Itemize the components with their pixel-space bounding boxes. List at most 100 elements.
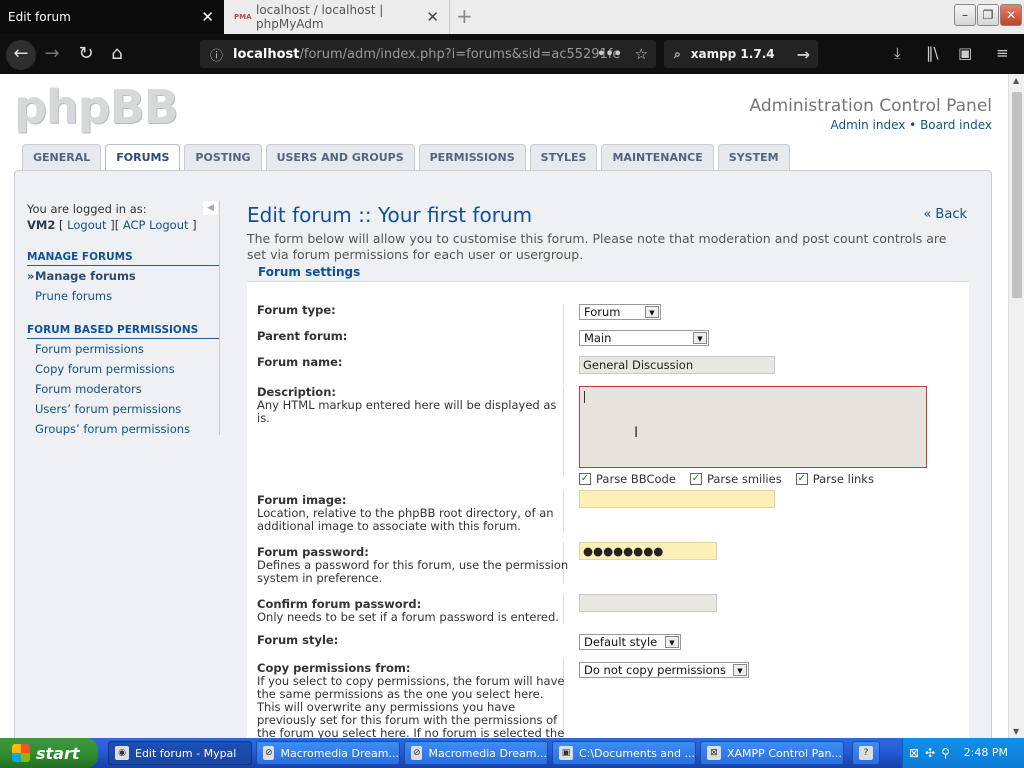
forum-settings-fieldset: Forum type: Forum ▼ Parent forum: Main ▼	[247, 281, 969, 738]
row-description: Description: Any HTML markup entered her…	[257, 386, 957, 486]
copy-permissions-select[interactable]: Do not copy permissions ▼	[579, 662, 749, 678]
tab-system[interactable]: SYSTEM	[717, 144, 790, 170]
parse-bbcode-checkbox[interactable]: ✓ Parse BBCode	[579, 472, 676, 486]
scroll-down-icon[interactable]: ▼	[1013, 727, 1019, 736]
page-title: Edit forum :: Your first forum	[247, 203, 533, 227]
url-bar[interactable]: ⓘ localhost/forum/adm/index.php?i=forums…	[200, 40, 656, 68]
menu-forum-moderators[interactable]: Forum moderators	[27, 379, 219, 399]
page-actions-icon[interactable]: •••	[597, 47, 622, 62]
description-textarea[interactable]: I	[579, 386, 927, 468]
taskbar-item-label: Macromedia Dream...	[280, 746, 399, 760]
taskbar-item-cmd[interactable]: ▣ C:\Documents and ...	[552, 741, 696, 765]
scroll-up-icon[interactable]: ▲	[1013, 76, 1019, 85]
page-scrollbar[interactable]: ▲ ▼	[1008, 74, 1024, 738]
maximize-button[interactable]: ❐	[977, 4, 999, 26]
phpbb-logo[interactable]: phpBB	[14, 80, 179, 134]
forum-settings-legend: Forum settings	[257, 265, 362, 279]
forum-type-value: Forum	[584, 305, 621, 319]
parse-links-label: Parse links	[812, 472, 874, 486]
forum-name-input[interactable]: General Discussion	[579, 356, 775, 374]
forum-type-select[interactable]: Forum ▼	[579, 304, 661, 320]
taskbar-item-mypal[interactable]: ◉ Edit forum - Mypal	[108, 741, 252, 765]
start-label: start	[36, 743, 80, 763]
forum-image-input[interactable]	[579, 490, 775, 508]
search-bar[interactable]: ⌕ xampp 1.7.4 →	[664, 40, 818, 68]
page-description: The form below will allow you to customi…	[247, 231, 947, 262]
tab-edit-forum[interactable]: Edit forum ✕	[0, 0, 224, 34]
xampp-tray-icon[interactable]: ⊠	[909, 746, 919, 760]
forum-style-select[interactable]: Default style ▼	[579, 634, 681, 650]
admin-index-link[interactable]: Admin index	[830, 118, 905, 132]
bookmark-star-icon[interactable]: ☆	[635, 45, 648, 63]
close-tab-icon[interactable]: ✕	[201, 8, 214, 26]
copy-permissions-help: If you select to copy permissions, the f…	[257, 674, 565, 739]
forum-password-help: Defines a password for this forum, use t…	[257, 558, 569, 585]
parent-forum-label: Parent forum:	[257, 329, 348, 343]
parent-forum-value: Main	[584, 331, 612, 345]
reload-button[interactable]: ↻	[72, 40, 100, 68]
confirm-password-input[interactable]	[579, 594, 717, 612]
parent-forum-select[interactable]: Main ▼	[579, 330, 709, 346]
forum-image-help: Location, relative to the phpBB root dir…	[257, 506, 554, 533]
confirm-password-label: Confirm forum password: Only needs to be…	[257, 597, 559, 624]
tab-users-and-groups[interactable]: USERS AND GROUPS	[265, 144, 415, 170]
sidebar-icon[interactable]: ▣	[958, 44, 972, 62]
parse-smilies-label: Parse smilies	[706, 472, 782, 486]
parse-links-checkbox[interactable]: ✓ Parse links	[795, 472, 874, 486]
collapse-menu-icon[interactable]: ◀	[203, 201, 218, 215]
forum-password-input[interactable]: ●●●●●●●●	[579, 542, 717, 560]
tab-maintenance[interactable]: MAINTENANCE	[601, 144, 714, 170]
taskbar-item-label: C:\Documents and ...	[579, 746, 695, 760]
back-link[interactable]: « Back	[923, 207, 967, 222]
search-tray-icon[interactable]: ⚲	[941, 746, 950, 760]
minimize-button[interactable]: –	[954, 4, 976, 26]
menu-groups-forum-permissions[interactable]: Groups’ forum permissions	[27, 419, 219, 439]
menu-icon[interactable]: ≡	[996, 44, 1009, 62]
menu-manage-forums[interactable]: Manage forums	[27, 266, 219, 286]
menu-forum-permissions[interactable]: Forum permissions	[27, 339, 219, 359]
acp-logout-link[interactable]: ACP Logout	[123, 218, 189, 232]
back-button[interactable]: ←	[6, 40, 36, 70]
tab-posting[interactable]: POSTING	[184, 144, 262, 170]
system-tray: ⊠ ✣ ⚲ 2:48 PM	[902, 738, 1024, 768]
forum-style-value: Default style	[584, 635, 658, 649]
tab-general[interactable]: GENERAL	[22, 144, 102, 170]
info-icon[interactable]: ⓘ	[210, 45, 223, 64]
checkmark-icon: ✓	[795, 473, 808, 485]
taskbar-help[interactable]: ?	[852, 741, 880, 765]
text-caret	[584, 391, 585, 403]
close-tab-icon[interactable]: ✕	[426, 8, 439, 26]
logout-link[interactable]: Logout	[67, 218, 106, 232]
tab-styles[interactable]: STYLES	[529, 144, 598, 170]
navigation-bar: ← → ↻ ⌂ ⓘ localhost/forum/adm/index.php?…	[0, 34, 1024, 74]
link-separator: •	[909, 118, 917, 132]
tab-forums[interactable]: FORUMS	[105, 144, 181, 170]
forum-style-label: Forum style:	[257, 633, 339, 647]
taskbar-item-xampp[interactable]: ⊠ XAMPP Control Pan...	[700, 741, 844, 765]
start-button[interactable]: start	[0, 738, 98, 768]
page-content: phpBB Administration Control Panel Admin…	[0, 74, 1008, 738]
tab-title: Edit forum	[8, 10, 71, 24]
scrollbar-thumb[interactable]	[1012, 92, 1022, 298]
acp-panel: You are logged in as: VM2 [ Logout ][ AC…	[14, 170, 992, 738]
menu-copy-forum-permissions[interactable]: Copy forum permissions	[27, 359, 219, 379]
new-tab-icon[interactable]: +	[456, 4, 473, 28]
chevron-down-icon: ▼	[733, 664, 747, 676]
browser-window: Edit forum ✕ PMA localhost / localhost |…	[0, 0, 1024, 738]
download-icon[interactable]: ⤓	[894, 44, 901, 62]
copy-permissions-label: Copy permissions from: If you select to …	[257, 661, 565, 739]
board-index-link[interactable]: Board index	[920, 118, 992, 132]
close-window-button[interactable]: ✕	[1000, 4, 1022, 26]
taskbar-item-dreamweaver-2[interactable]: ⊘ Macromedia Dream...	[404, 741, 548, 765]
tab-phpmyadmin[interactable]: PMA localhost / localhost | phpMyAdm ✕	[226, 0, 450, 34]
taskbar-item-dreamweaver-1[interactable]: ⊘ Macromedia Dream...	[256, 741, 400, 765]
library-icon[interactable]: ‖\	[926, 44, 939, 62]
parse-smilies-checkbox[interactable]: ✓ Parse smilies	[689, 472, 782, 486]
network-tray-icon[interactable]: ✣	[925, 746, 935, 760]
forward-button[interactable]: →	[38, 40, 66, 68]
menu-prune-forums[interactable]: Prune forums	[27, 286, 219, 306]
search-go-icon[interactable]: →	[797, 45, 810, 64]
menu-users-forum-permissions[interactable]: Users’ forum permissions	[27, 399, 219, 419]
tab-permissions[interactable]: PERMISSIONS	[418, 144, 526, 170]
home-button[interactable]: ⌂	[103, 40, 131, 68]
